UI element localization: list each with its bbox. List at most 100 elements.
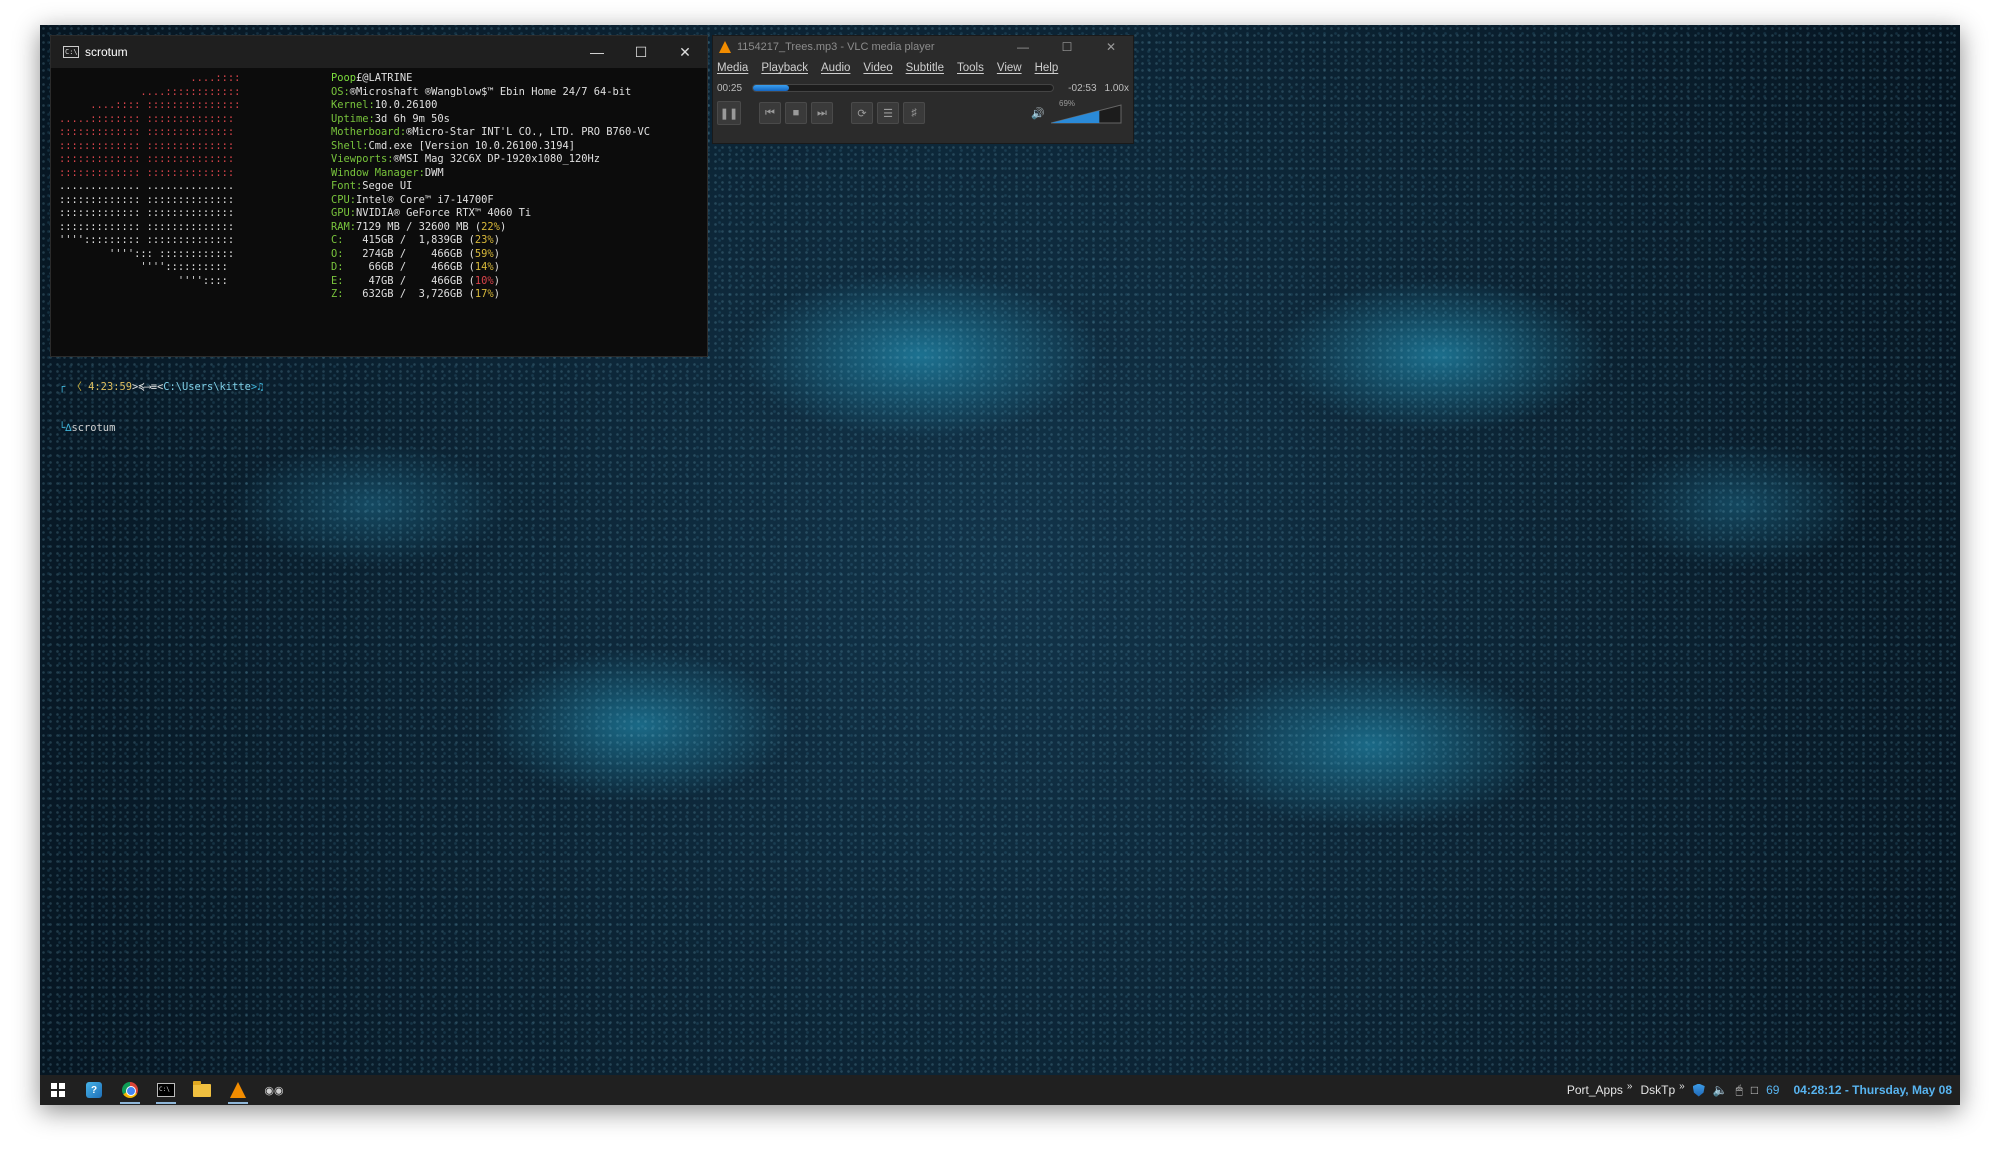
stop-button[interactable]: ■ <box>785 102 807 124</box>
vlc-menubar: Media Playback Audio Video Subtitle Tools View… <box>713 58 1133 78</box>
network-icon[interactable]: 🖱 <box>1736 1083 1743 1098</box>
info-key: Uptime: <box>331 112 375 125</box>
next-button[interactable]: ⏭ <box>811 102 833 124</box>
start-button[interactable] <box>40 1075 76 1105</box>
logo-line: ''''::::::::: :::::::::::::: <box>59 234 235 246</box>
prompt-time: 4:23:59 <box>88 381 132 393</box>
vlc-icon <box>230 1082 246 1098</box>
info-percent: 22% <box>481 220 500 233</box>
info-line: CPU:Intel® Core™ i7-14700F <box>331 194 650 208</box>
playback-speed[interactable]: 1.00x <box>1105 83 1129 94</box>
maximize-button[interactable]: ☐ <box>619 36 663 68</box>
minimize-button[interactable]: — <box>575 36 619 68</box>
terminal-output[interactable]: ....:::: ....:::::::::::: ....:::: :::::… <box>51 68 707 434</box>
close-button[interactable]: ✕ <box>663 36 707 68</box>
prompt-command: scrotum <box>71 421 116 434</box>
info-value: 3d 6h 9m 50s <box>374 112 450 125</box>
clock[interactable]: 04:28:12 - Thursday, May 08 <box>1793 1083 1952 1097</box>
vlc-menu-media[interactable]: Media <box>717 62 748 74</box>
info-value: 47GB / 466GB <box>343 274 469 287</box>
vlc-titlebar[interactable]: 1154217_Trees.mp3 - VLC media player — ☐… <box>713 36 1133 58</box>
show-desktop-icon[interactable]: □ <box>1751 1083 1758 1097</box>
logo-line: ....:::: <box>59 72 241 84</box>
vlc-menu-video[interactable]: Video <box>863 62 892 74</box>
logo-line: ::::::::::::: :::::::::::::: <box>59 153 235 165</box>
chrome-icon <box>122 1082 138 1098</box>
vlc-menu-subtitle[interactable]: Subtitle <box>906 62 944 74</box>
logo-line: ''''::: :::::::::::: <box>59 247 235 260</box>
tray-counter[interactable]: 69 <box>1766 1083 1779 1097</box>
vlc-maximize-button[interactable]: ☐ <box>1045 40 1089 54</box>
info-line: C: 415GB / 1,839GB (23%) <box>331 234 500 246</box>
vlc-menu-playback[interactable]: Playback <box>761 62 808 74</box>
equalizer-button[interactable]: ♯ <box>903 102 925 124</box>
info-key: Poop <box>331 72 357 84</box>
terminal-window[interactable]: C:\ scrotum — ☐ ✕ ....:::: ....:::::::::… <box>50 35 708 434</box>
ascii-logo: ....:::: ....:::::::::::: ....:::: :::::… <box>59 72 240 288</box>
vlc-title: 1154217_Trees.mp3 - VLC media player <box>737 41 935 53</box>
elapsed-time: 00:25 <box>717 82 743 94</box>
playlist-button[interactable]: ☰ <box>877 102 899 124</box>
previous-button[interactable]: ⏮ <box>759 102 781 124</box>
vlc-menu-tools[interactable]: Tools <box>957 62 984 74</box>
windows-icon <box>51 1083 65 1097</box>
volume-slider[interactable]: 69% <box>1051 99 1123 124</box>
taskbar-explorer[interactable] <box>184 1075 220 1105</box>
info-value: 7129 MB / 32600 MB <box>356 220 475 233</box>
toolbar-dsktp[interactable]: DskTp <box>1640 1083 1675 1097</box>
terminal-titlebar[interactable]: C:\ scrotum — ☐ ✕ <box>51 36 707 68</box>
vlc-window[interactable]: 1154217_Trees.mp3 - VLC media player — ☐… <box>712 35 1134 144</box>
info-percent: 59% <box>474 247 494 260</box>
info-value: Intel® Core™ i7-14700F <box>356 193 494 206</box>
speaker-icon[interactable]: 🔊 <box>1031 107 1045 120</box>
pause-button[interactable]: ❚❚ <box>717 101 741 125</box>
seek-slider[interactable] <box>752 84 1055 92</box>
info-percent: 14% <box>474 261 494 273</box>
taskbar-chrome[interactable] <box>112 1075 148 1105</box>
info-value: ®Micro-Star INT'L CO., LTD. PRO B760-VC <box>406 126 651 138</box>
info-line: OS:®Microshaft ®Wangblow$™ Ebin Home 24/… <box>331 86 650 100</box>
info-line: E: 47GB / 466GB (10%) <box>331 274 500 287</box>
logo-line: ::::::::::::: :::::::::::::: <box>59 139 235 152</box>
info-percent: 10% <box>474 274 494 287</box>
vlc-close-button[interactable]: ✕ <box>1089 40 1133 54</box>
vlc-minimize-button[interactable]: — <box>1001 40 1045 54</box>
logo-line: .....:::::::: :::::::::::::: <box>59 112 235 125</box>
info-value: NVIDIA® GeForce RTX™ 4060 Ti <box>356 207 532 219</box>
info-value: ®Microshaft ®Wangblow$™ Ebin Home 24/7 6… <box>349 85 632 98</box>
info-line: RAM:7129 MB / 32600 MB (22%) <box>331 220 507 233</box>
info-line: GPU:NVIDIA® GeForce RTX™ 4060 Ti <box>331 207 650 221</box>
taskbar-terminal[interactable]: C:\ <box>148 1075 184 1105</box>
info-key: GPU: <box>331 207 357 219</box>
info-line: Poop£@LATRINE <box>331 72 650 86</box>
vlc-menu-help[interactable]: Help <box>1035 62 1059 74</box>
logo-line: ............. .............. <box>59 180 235 192</box>
loop-button[interactable]: ⟳ <box>851 102 873 124</box>
logo-line: '''':::: <box>59 274 228 287</box>
desktop: C:\ scrotum — ☐ ✕ ....:::: ....:::::::::… <box>40 25 1960 1105</box>
taskbar-app-misc[interactable]: ◉◉ <box>256 1075 292 1105</box>
info-line: O: 274GB / 466GB (59%) <box>331 247 500 260</box>
taskbar-app-1[interactable]: ? <box>76 1075 112 1105</box>
info-percent: 23% <box>474 234 494 246</box>
info-percent: 17% <box>474 288 494 300</box>
info-key: Font: <box>331 180 363 192</box>
vlc-menu-view[interactable]: View <box>997 62 1022 74</box>
volume-control[interactable]: 🔊 69% <box>1031 99 1123 124</box>
cmd-icon: C:\ <box>157 1083 175 1097</box>
chevron-icon[interactable]: » <box>1627 1081 1633 1092</box>
seek-progress <box>753 85 790 91</box>
volume-icon[interactable]: 🔈 <box>1713 1083 1728 1097</box>
info-line: D: 66GB / 466GB (14%) <box>331 261 500 273</box>
info-key: RAM: <box>331 220 357 233</box>
vlc-menu-audio[interactable]: Audio <box>821 62 850 74</box>
toolbar-port-apps[interactable]: Port_Apps <box>1567 1083 1623 1097</box>
taskbar-vlc[interactable] <box>220 1075 256 1105</box>
logo-line: ....:::::::::::: <box>59 85 241 98</box>
security-shield-icon[interactable] <box>1692 1083 1705 1097</box>
info-line: Motherboard:®Micro-Star INT'L CO., LTD. … <box>331 126 650 140</box>
chevron-icon[interactable]: » <box>1679 1081 1685 1092</box>
info-key: Window Manager: <box>331 166 425 179</box>
logo-line: ....:::: ::::::::::::::: <box>59 99 241 111</box>
info-value: 415GB / 1,839GB <box>343 234 469 246</box>
